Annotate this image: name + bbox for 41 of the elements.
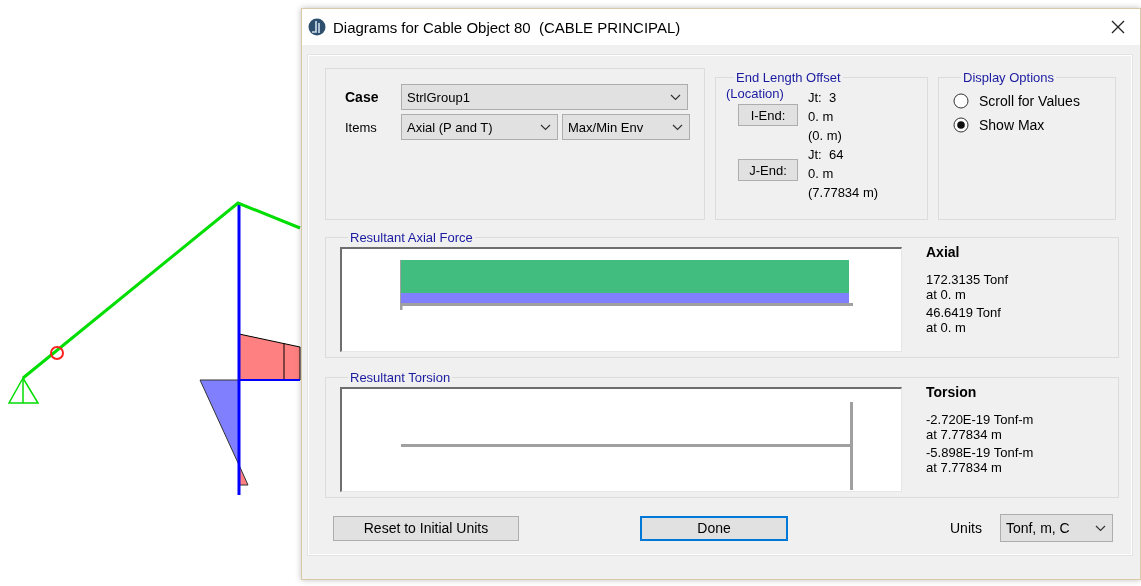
component-dropdown[interactable]: Axial (P and T) [401,114,558,140]
chevron-icon [672,123,683,131]
diagram-heading: Axial [926,245,961,260]
envelope-dropdown[interactable]: Max/Min Env [562,114,690,140]
case-dropdown[interactable]: StrlGroup1 [401,84,688,110]
result-value: -2.720E-19 Tonf-m [926,412,1034,427]
units-dropdown[interactable]: Tonf, m, C [999,514,1113,542]
offset-value: 0. m [808,165,835,183]
group-title: Display Options [962,70,1056,85]
units-label: Units [950,520,982,536]
radio-option[interactable]: Show Max [953,117,1115,133]
result-value: 172.3135 Tonf [926,272,1009,287]
chevron-icon [670,93,681,101]
offset-value: 0. m [808,108,835,126]
location-label: (Location) [726,86,785,101]
joint-label: Jt: 3 [808,89,838,107]
result-location: at 7.77834 m [926,427,1003,442]
location-value: (7.77834 m) [808,184,879,202]
chevron-icon [540,123,551,131]
group-title: Resultant Torsion [349,370,452,385]
done-button[interactable]: Done [640,515,788,541]
end-button[interactable]: I-End: [738,104,798,126]
result-location: at 7.77834 m [926,460,1003,475]
result-location: at 0. m [926,287,967,302]
diagram-heading: Torsion [926,385,978,400]
end-button[interactable]: J-End: [738,159,798,181]
result-value: 46.6419 Tonf [926,305,1002,320]
group-title: End Length Offset [735,70,842,85]
case-label: Case [345,88,380,107]
chevron-icon [1094,524,1106,532]
window-title: Diagrams for Cable Object 80 (CABLE PRINCIPAL) [333,18,682,36]
reset-units-button[interactable]: Reset to Initial Units [333,515,519,541]
result-location: at 0. m [926,320,967,335]
items-label: Items [345,118,378,137]
radio-option[interactable]: Scroll for Values [953,93,1115,109]
app-icon [308,18,326,36]
joint-label: Jt: 64 [808,146,845,164]
close-icon [1111,20,1125,34]
group-title: Resultant Axial Force [349,230,474,245]
result-value: -5.898E-19 Tonf-m [926,445,1034,460]
location-value: (0. m) [808,127,843,145]
